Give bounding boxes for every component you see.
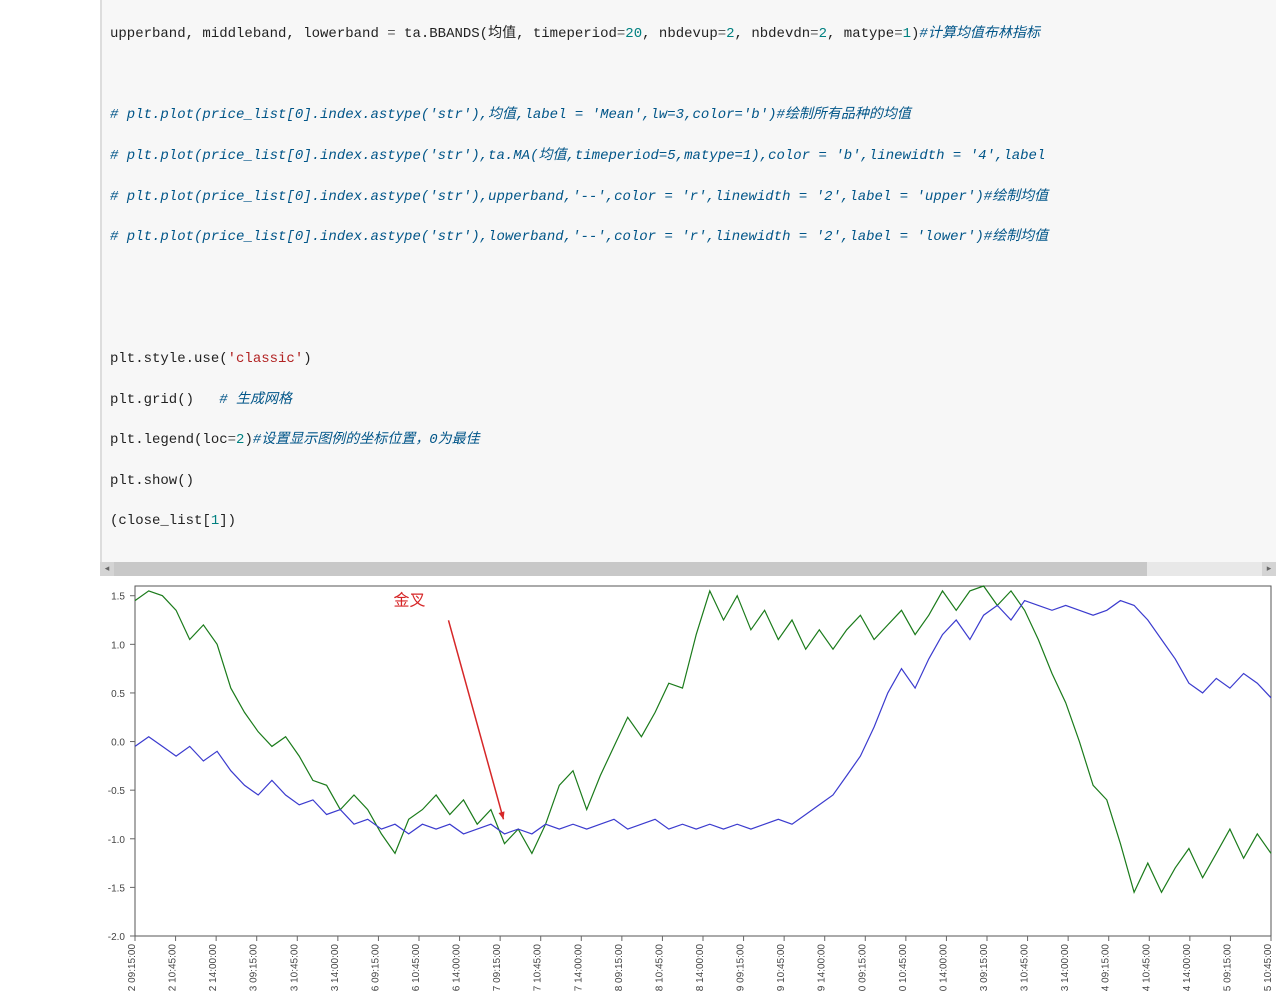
x-tick-label: 1-13 10:45:00 [289,944,300,991]
annotation-arrowhead [499,811,505,819]
chart-svg: -2.0-1.5-1.0-0.50.00.51.01.51-12 09:15:0… [0,576,1276,991]
x-tick-label: 1-12 14:00:00 [208,944,219,991]
x-tick-label: 1-20 10:45:00 [898,944,909,991]
x-tick-label: 1-13 09:15:00 [249,944,260,991]
x-tick-label: 1-23 10:45:00 [1020,944,1031,991]
x-tick-label: 1-20 09:15:00 [857,944,868,991]
y-tick-label: -1.5 [108,883,126,894]
x-tick-label: 1-16 10:45:00 [411,944,422,991]
y-tick-label: -1.0 [108,835,126,846]
x-tick-label: 1-19 09:15:00 [736,944,747,991]
scroll-left-arrow[interactable]: ◂ [100,562,114,576]
x-tick-label: 1-18 10:45:00 [654,944,665,991]
x-tick-label: 1-12 10:45:00 [168,944,179,991]
x-tick-label: 1-18 14:00:00 [695,944,706,991]
x-tick-label: 1-24 09:15:00 [1101,944,1112,991]
x-tick-label: 1-23 14:00:00 [1060,944,1071,991]
y-tick-label: 1.0 [111,640,125,651]
x-tick-label: 1-25 10:45:00 [1263,944,1274,991]
plot-frame [135,586,1271,936]
x-tick-label: 1-19 10:45:00 [776,944,787,991]
y-tick-label: -2.0 [108,932,126,943]
x-tick-label: 1-17 09:15:00 [492,944,503,991]
x-tick-label: 1-25 09:15:00 [1222,944,1233,991]
series-blue [135,601,1271,834]
scroll-right-arrow[interactable]: ▸ [1262,562,1276,576]
x-tick-label: 1-16 14:00:00 [452,944,463,991]
x-tick-label: 1-17 10:45:00 [533,944,544,991]
y-tick-label: 1.5 [111,592,125,603]
x-tick-label: 1-16 09:15:00 [370,944,381,991]
annotation-label: 金叉 [393,591,425,609]
scroll-track[interactable] [114,562,1262,576]
x-tick-label: 1-12 09:15:00 [127,944,138,991]
x-tick-label: 1-18 09:15:00 [614,944,625,991]
x-tick-label: 1-19 14:00:00 [817,944,828,991]
y-tick-label: -0.5 [108,786,126,797]
line-chart: -2.0-1.5-1.0-0.50.00.51.01.51-12 09:15:0… [0,576,1276,991]
x-tick-label: 1-24 14:00:00 [1182,944,1193,991]
x-tick-label: 1-20 14:00:00 [938,944,949,991]
x-tick-label: 1-17 14:00:00 [573,944,584,991]
scroll-thumb[interactable] [114,562,1147,576]
annotation-arrow [448,620,503,819]
x-tick-label: 1-23 09:15:00 [979,944,990,991]
y-tick-label: 0.5 [111,689,125,700]
series-green [135,586,1271,892]
x-tick-label: 1-24 10:45:00 [1141,944,1152,991]
horizontal-scrollbar[interactable]: ◂ ▸ [100,562,1276,576]
code-cell: upperband, middleband, lowerband = ta.BB… [100,0,1276,562]
x-tick-label: 1-13 14:00:00 [330,944,341,991]
